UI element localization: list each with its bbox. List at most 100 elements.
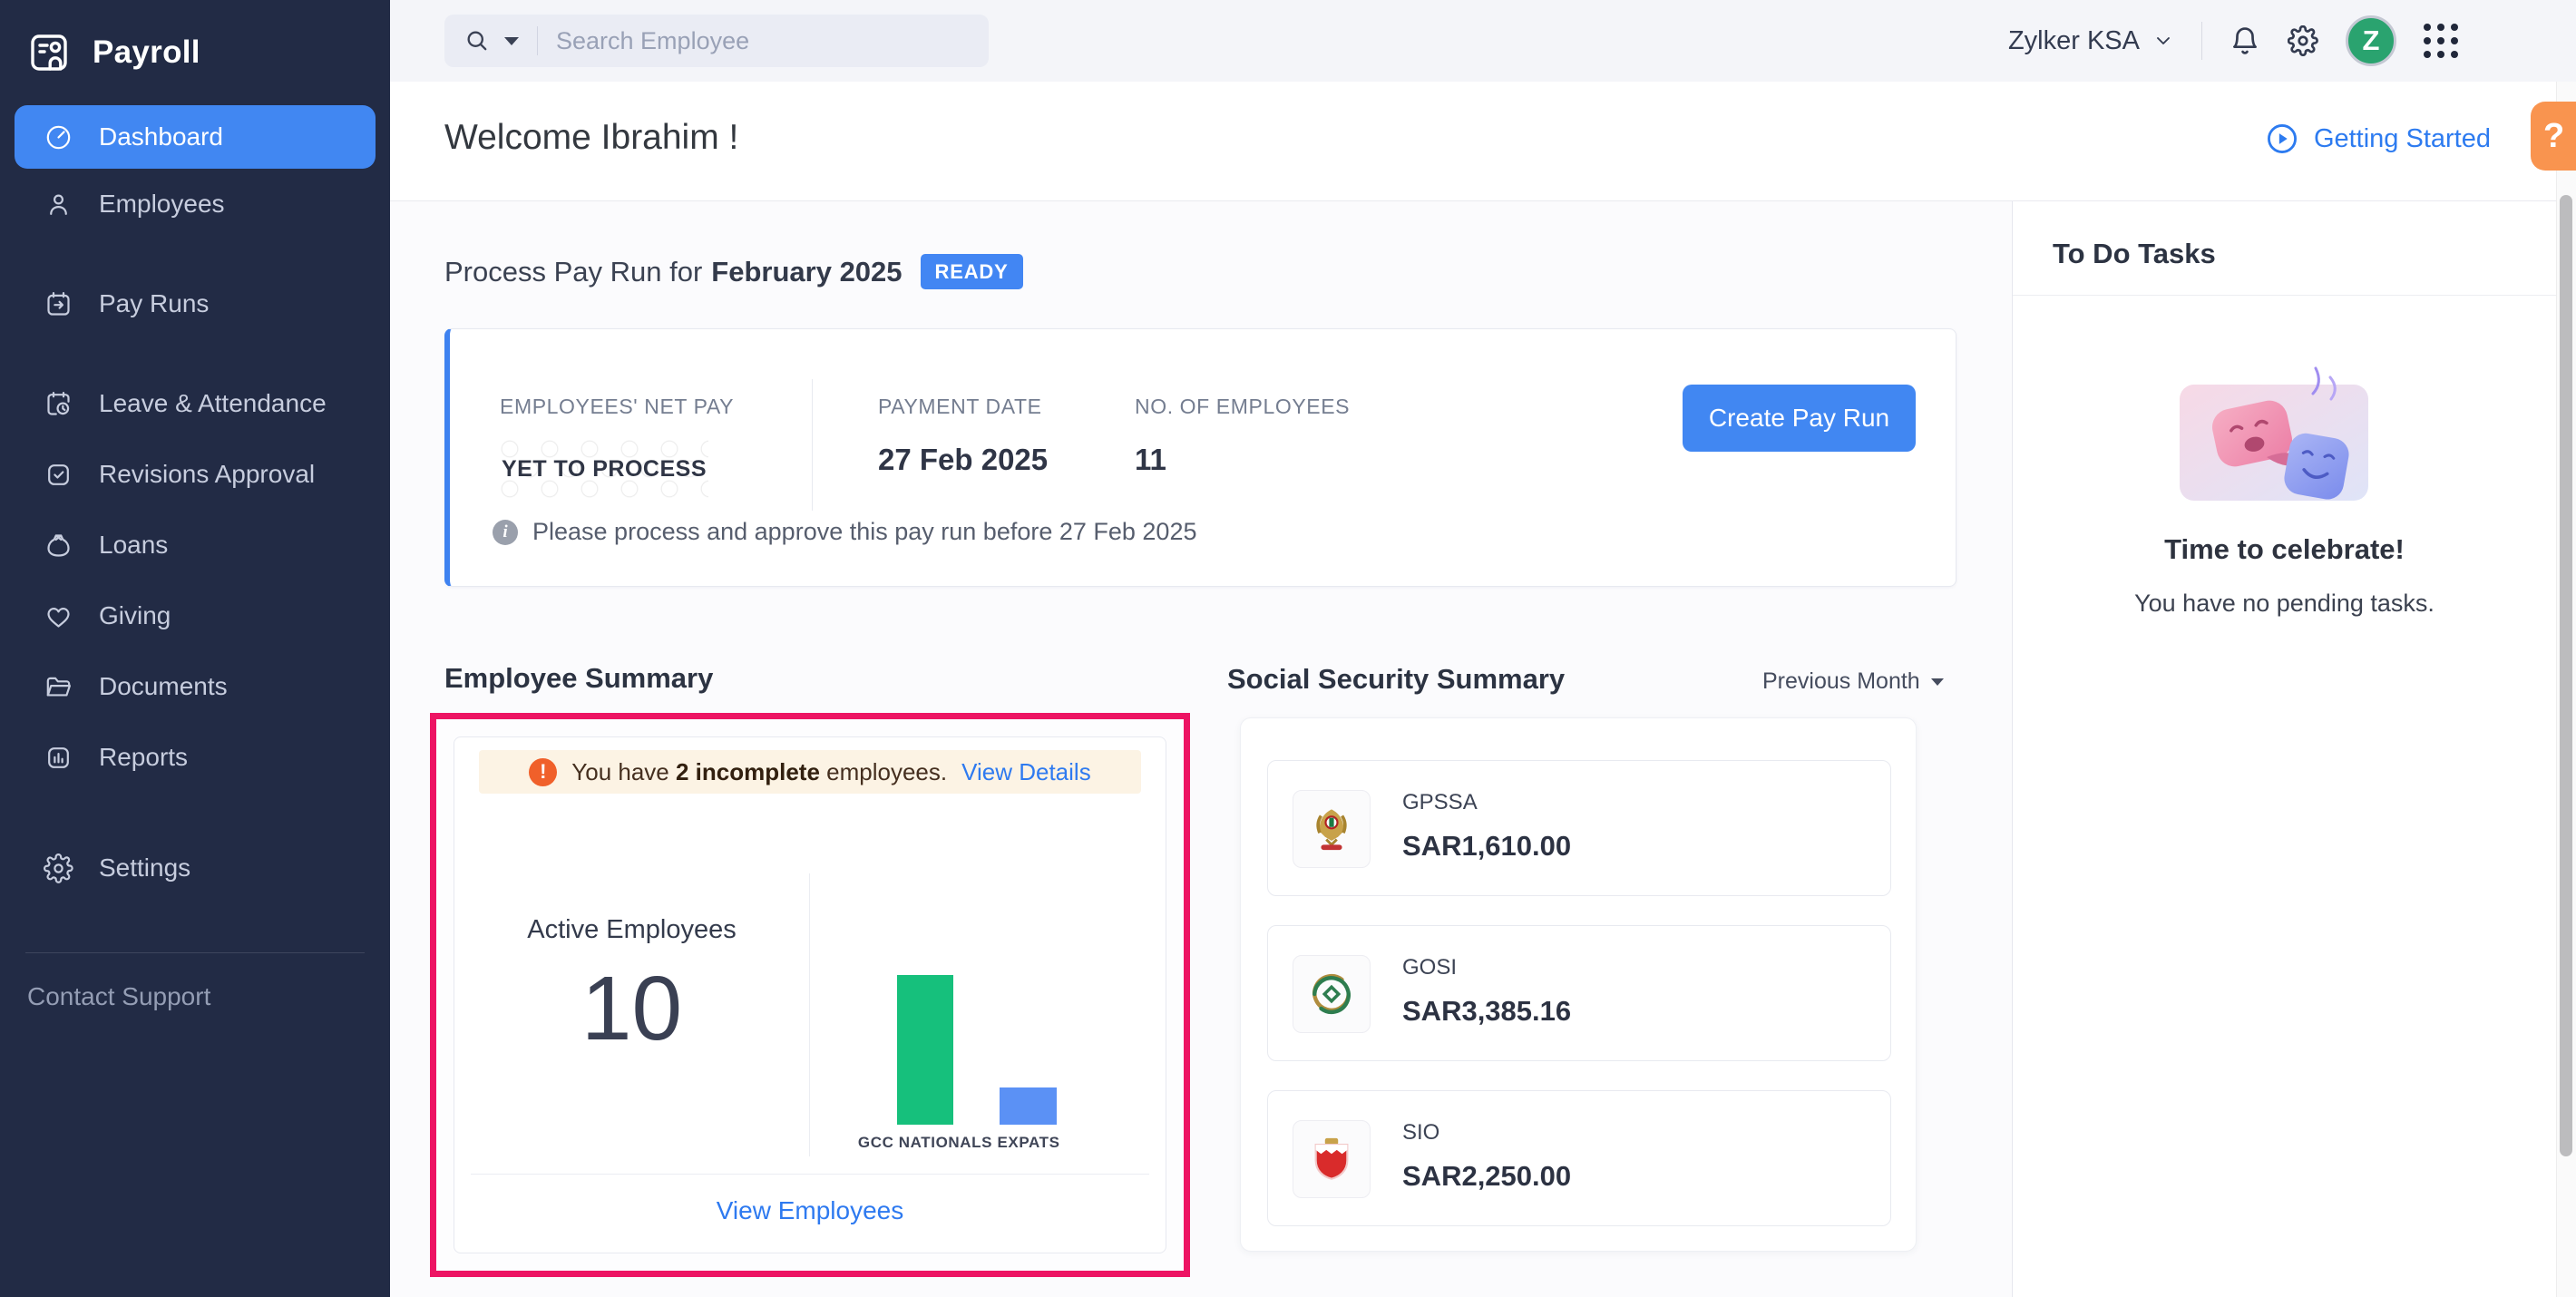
payrun-section-title: Process Pay Run for February 2025 READY <box>444 254 1023 289</box>
payrun-card-divider <box>812 379 813 511</box>
sidebar-item-reports[interactable]: Reports <box>0 722 390 793</box>
list-item-sio[interactable]: SIO SAR2,250.00 <box>1267 1090 1891 1226</box>
org-name: Zylker KSA <box>2007 25 2140 55</box>
gpssa-name: GPSSA <box>1402 790 1478 814</box>
sidebar-item-dashboard[interactable]: Dashboard <box>15 105 376 169</box>
dashboard-icon <box>46 125 71 149</box>
sidebar-item-label: Settings <box>99 853 191 882</box>
app-grid-icon[interactable] <box>2424 24 2458 58</box>
org-switcher[interactable]: Zylker KSA <box>2008 26 2174 56</box>
employee-summary-card: ! You have 2 incomplete employees. View … <box>454 736 1166 1253</box>
sidebar-item-revisions-approval[interactable]: Revisions Approval <box>0 439 390 510</box>
app-title: Payroll <box>93 34 200 70</box>
employee-card-divider <box>809 873 810 1156</box>
todo-subtext: You have no pending tasks. <box>2134 590 2435 617</box>
gear-icon <box>2288 25 2318 56</box>
person-icon <box>50 194 67 215</box>
gpssa-amount: SAR1,610.00 <box>1402 830 1572 862</box>
sidebar-item-label: Pay Runs <box>99 289 210 317</box>
search-bar[interactable] <box>444 15 989 67</box>
create-pay-run-button[interactable]: Create Pay Run <box>1683 385 1916 452</box>
sidebar-item-documents[interactable]: Documents <box>0 651 390 722</box>
sidebar-item-employees[interactable]: Employees <box>0 169 390 239</box>
list-item-gosi[interactable]: GOSI SAR3,385.16 <box>1267 925 1891 1061</box>
sio-name: SIO <box>1402 1120 1440 1145</box>
settings-button[interactable] <box>2288 25 2318 56</box>
sidebar-divider <box>25 952 365 953</box>
avatar[interactable]: Z <box>2346 15 2396 66</box>
bahrain-emblem-icon <box>1314 1137 1349 1180</box>
net-pay-label: EMPLOYEES' NET PAY <box>500 395 735 418</box>
gear-icon <box>44 853 73 883</box>
sidebar-item-leave-attendance[interactable]: Leave & Attendance <box>0 368 390 439</box>
search-scope-caret-icon[interactable] <box>504 36 519 45</box>
chevron-down-icon <box>2157 37 2170 44</box>
active-employees-count: 10 <box>581 958 683 1059</box>
uae-emblem-icon <box>1316 809 1347 851</box>
payrun-title-prefix: Process Pay Run for <box>444 255 703 288</box>
sidebar-item-loans[interactable]: Loans <box>0 510 390 580</box>
scrollbar-thumb[interactable] <box>2560 195 2572 1156</box>
sio-amount: SAR2,250.00 <box>1402 1160 1572 1192</box>
topbar-divider <box>2201 22 2202 60</box>
calendar-clock-icon <box>47 391 70 415</box>
search-divider <box>537 26 538 55</box>
employee-summary-title: Employee Summary <box>444 662 714 694</box>
help-button[interactable]: ? <box>2531 102 2576 171</box>
social-security-title: Social Security Summary <box>1227 663 1566 695</box>
sidebar-item-label: Giving <box>99 601 171 629</box>
sidebar-item-pay-runs[interactable]: Pay Runs <box>0 268 390 339</box>
filter-caret-icon <box>1930 678 1944 686</box>
sidebar-item-settings[interactable]: Settings <box>0 833 390 903</box>
period-filter-dropdown[interactable]: Previous Month <box>1762 668 1944 695</box>
gosi-name: GOSI <box>1402 955 1458 980</box>
incomplete-warning-banner: ! You have 2 incomplete employees. View … <box>479 750 1141 794</box>
bell-icon <box>2233 27 2257 54</box>
employee-count-label: NO. OF EMPLOYEES <box>1135 395 1351 418</box>
notifications-button[interactable] <box>2230 25 2260 56</box>
todo-title: To Do Tasks <box>2053 238 2216 269</box>
active-employees-label: Active Employees <box>527 915 737 944</box>
view-details-link[interactable]: View Details <box>961 758 1091 786</box>
sio-logo-tile <box>1293 1120 1371 1198</box>
contact-support-link[interactable]: Contact Support <box>27 982 390 1011</box>
todo-panel: To Do Tasks Time to celebrate! You have … <box>2012 201 2556 1297</box>
info-icon: i <box>493 519 518 545</box>
sidebar-item-label: Dashboard <box>99 122 223 151</box>
play-icon <box>2267 124 2297 153</box>
bar-gcc-nationals <box>897 975 953 1125</box>
pay-runs-icon <box>47 291 70 316</box>
list-item-gpssa[interactable]: GPSSA SAR1,610.00 <box>1267 760 1891 896</box>
todo-divider <box>2013 295 2556 296</box>
bar-chart-icon <box>48 746 69 768</box>
view-employees-link[interactable]: View Employees <box>454 1196 1166 1225</box>
gosi-amount: SAR3,385.16 <box>1402 995 1572 1027</box>
period-filter-value: Previous Month <box>1762 668 1920 694</box>
employee-count-value: 11 <box>1135 443 1166 476</box>
sidebar-item-label: Loans <box>99 531 169 559</box>
social-security-card: GPSSA SAR1,610.00 GOSI SAR3,385.16 SIO S… <box>1240 717 1917 1252</box>
sidebar-item-label: Reports <box>99 743 189 771</box>
sidebar-item-label: Documents <box>99 672 228 700</box>
employee-bar-chart: GCC NATIONALS EXPATS <box>835 846 1135 1159</box>
gosi-logo-icon <box>1312 974 1351 1014</box>
celebration-illustration <box>2180 365 2390 505</box>
sidebar-item-label: Revisions Approval <box>99 460 316 488</box>
employee-card-hdivider <box>471 1174 1149 1175</box>
sidebar-item-giving[interactable]: Giving <box>0 580 390 651</box>
topbar: Zylker KSA Z <box>390 0 2576 82</box>
check-square-icon <box>48 463 69 485</box>
payment-date-label: PAYMENT DATE <box>878 395 1042 418</box>
payrun-period: February 2025 <box>711 255 903 288</box>
gosi-logo-tile <box>1293 955 1371 1033</box>
main-content: Process Pay Run for February 2025 READY … <box>390 201 2012 1297</box>
scrollbar-track[interactable] <box>2556 82 2576 1297</box>
welcome-band: Welcome Ibrahim ! Getting Started <box>390 82 2556 201</box>
getting-started-link[interactable]: Getting Started <box>2265 122 2491 156</box>
folder-icon <box>46 677 71 697</box>
payroll-logo-icon <box>31 34 67 71</box>
search-input[interactable] <box>556 26 946 55</box>
net-pay-value: YET TO PROCESS <box>500 439 708 499</box>
payment-date-value: 27 Feb 2025 <box>878 443 1049 476</box>
heart-icon <box>47 607 70 628</box>
